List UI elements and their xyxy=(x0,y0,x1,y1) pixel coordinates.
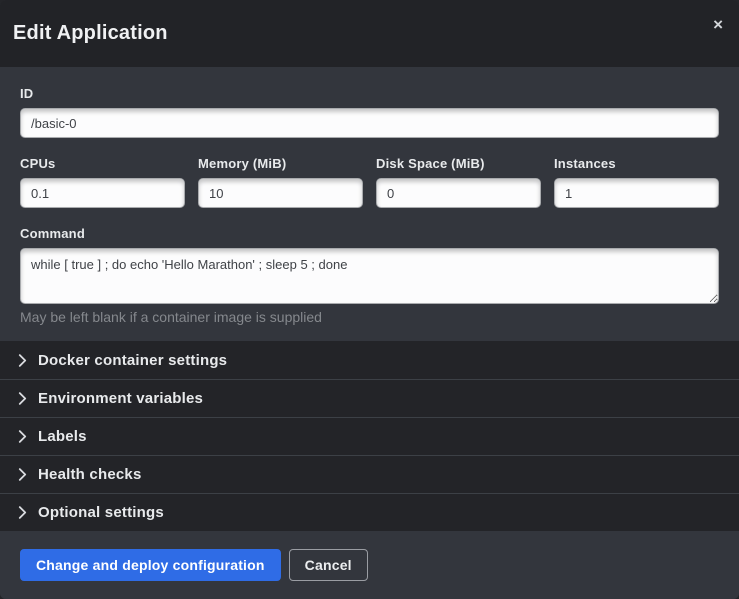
modal-title: Edit Application xyxy=(13,22,168,45)
instances-field-group: Instances xyxy=(554,156,719,208)
memory-label: Memory (MiB) xyxy=(198,156,363,171)
chevron-right-icon xyxy=(18,430,27,443)
id-field-group: ID xyxy=(20,86,719,138)
modal-header: Edit Application × xyxy=(0,0,739,67)
id-label: ID xyxy=(20,86,719,101)
instances-label: Instances xyxy=(554,156,719,171)
disk-input[interactable] xyxy=(376,178,541,208)
disk-field-group: Disk Space (MiB) xyxy=(376,156,541,208)
change-and-deploy-button[interactable]: Change and deploy configuration xyxy=(20,549,281,581)
cpus-field-group: CPUs xyxy=(20,156,185,208)
id-input[interactable] xyxy=(20,108,719,138)
chevron-right-icon xyxy=(18,506,27,519)
section-label: Docker container settings xyxy=(38,352,227,369)
disk-label: Disk Space (MiB) xyxy=(376,156,541,171)
command-help-text: May be left blank if a container image i… xyxy=(20,309,719,325)
close-icon[interactable]: × xyxy=(713,16,723,33)
section-labels[interactable]: Labels xyxy=(0,417,739,455)
accordion-sections: Docker container settings Environment va… xyxy=(0,341,739,531)
section-optional-settings[interactable]: Optional settings xyxy=(0,493,739,531)
section-environment-variables[interactable]: Environment variables xyxy=(0,379,739,417)
cancel-button[interactable]: Cancel xyxy=(289,549,368,581)
edit-application-form: ID CPUs Memory (MiB) Disk Space (MiB) In… xyxy=(0,67,739,341)
section-label: Environment variables xyxy=(38,390,203,407)
section-label: Health checks xyxy=(38,466,141,483)
section-health-checks[interactable]: Health checks xyxy=(0,455,739,493)
chevron-right-icon xyxy=(18,392,27,405)
memory-field-group: Memory (MiB) xyxy=(198,156,363,208)
instances-input[interactable] xyxy=(554,178,719,208)
edit-application-modal: Edit Application × ID CPUs Memory (MiB) … xyxy=(0,0,739,599)
chevron-right-icon xyxy=(18,468,27,481)
command-label: Command xyxy=(20,226,719,241)
cpus-label: CPUs xyxy=(20,156,185,171)
section-label: Labels xyxy=(38,428,87,445)
section-label: Optional settings xyxy=(38,504,164,521)
command-textarea[interactable]: while [ true ] ; do echo 'Hello Marathon… xyxy=(20,248,719,304)
modal-footer: Change and deploy configuration Cancel xyxy=(0,531,739,599)
resources-field-row: CPUs Memory (MiB) Disk Space (MiB) Insta… xyxy=(20,156,719,208)
section-docker-container-settings[interactable]: Docker container settings xyxy=(0,341,739,379)
chevron-right-icon xyxy=(18,354,27,367)
command-field-group: Command while [ true ] ; do echo 'Hello … xyxy=(20,226,719,325)
memory-input[interactable] xyxy=(198,178,363,208)
cpus-input[interactable] xyxy=(20,178,185,208)
